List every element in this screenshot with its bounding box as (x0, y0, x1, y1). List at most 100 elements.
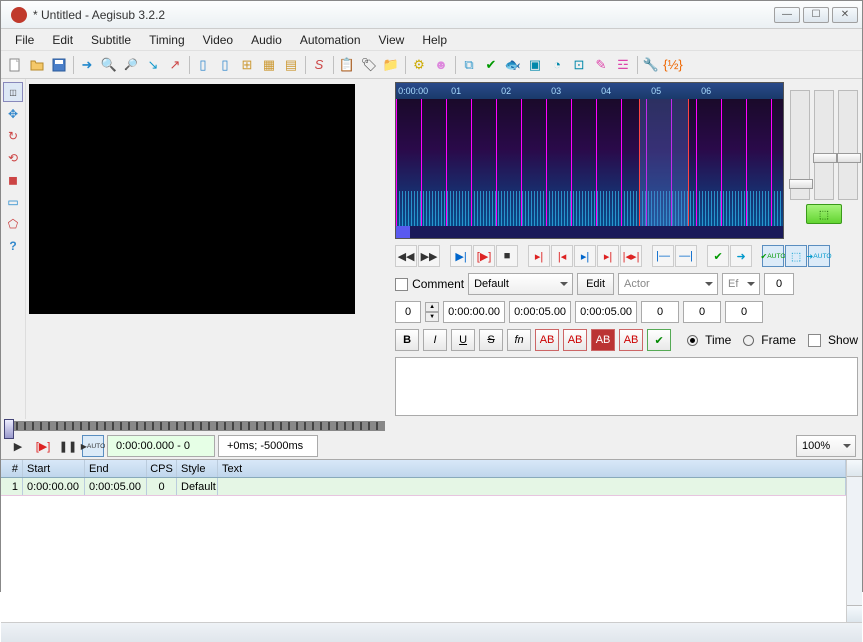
zoom-out-icon[interactable]: 🔎 (120, 54, 142, 76)
scale-icon[interactable]: ◼ (3, 170, 23, 190)
volume-slider[interactable] (838, 90, 858, 200)
bold-button[interactable]: B (395, 329, 419, 351)
rotate-xy-icon[interactable]: ⟲ (3, 148, 23, 168)
font-button[interactable]: fn (507, 329, 531, 351)
select-lines-icon[interactable]: ☲ (612, 54, 634, 76)
effect-dropdown[interactable]: Ef (722, 273, 760, 295)
outline-color-button[interactable]: AB (591, 329, 615, 351)
fonts-collector-icon[interactable]: 📁 (380, 54, 402, 76)
save-file-icon[interactable] (48, 54, 70, 76)
play-after-start-button[interactable]: |◂ (551, 245, 573, 267)
col-num[interactable]: # (1, 460, 23, 477)
play-selection-button[interactable]: ▶| (450, 245, 472, 267)
lead-out-button[interactable]: —| (675, 245, 697, 267)
lead-in-button[interactable]: |— (652, 245, 674, 267)
timing-postproc-icon[interactable]: ◔ (546, 54, 568, 76)
styling-assistant-icon[interactable]: ✎ (590, 54, 612, 76)
grid-header[interactable]: # Start End CPS Style Text (1, 460, 846, 478)
play-to-end-button[interactable]: |◂▸| (620, 245, 642, 267)
commit-text-button[interactable]: ✔ (647, 329, 671, 351)
subtitle-text-input[interactable] (395, 357, 858, 416)
menu-audio[interactable]: Audio (243, 30, 290, 50)
commit-button[interactable]: ✔ (707, 245, 729, 267)
cycle-tag-icon[interactable]: {½} (662, 54, 684, 76)
frame-radio[interactable] (743, 335, 754, 346)
strike-button[interactable]: S (479, 329, 503, 351)
primary-color-button[interactable]: AB (535, 329, 559, 351)
resample-icon[interactable]: ▣ (524, 54, 546, 76)
audio-hscrollbar[interactable] (396, 226, 783, 238)
layer-spinner[interactable]: ▲▼ (425, 302, 439, 322)
zoom-dropdown[interactable]: 100% (796, 435, 856, 457)
italic-button[interactable]: I (423, 329, 447, 351)
underline-button[interactable]: U (451, 329, 475, 351)
secondary-color-button[interactable]: AB (563, 329, 587, 351)
play-after-end-button[interactable]: ▸| (597, 245, 619, 267)
style-dropdown[interactable]: Default (468, 273, 573, 295)
pause-video-button[interactable]: ❚❚ (57, 435, 79, 457)
auto-commit-toggle[interactable]: ✔AUTO (762, 245, 784, 267)
detach-video-icon[interactable]: ▤ (280, 54, 302, 76)
edit-style-button[interactable]: Edit (577, 273, 614, 295)
jump-video-start-icon[interactable]: ↘ (142, 54, 164, 76)
comment-checkbox[interactable] (395, 278, 408, 291)
clip-rect-icon[interactable]: ▭ (3, 192, 23, 212)
prev-line-button[interactable]: ◀◀ (395, 245, 417, 267)
next-line-button[interactable]: ▶▶ (418, 245, 440, 267)
start-time-input[interactable] (443, 301, 505, 323)
menu-edit[interactable]: Edit (44, 30, 81, 50)
clip-visible-icon[interactable]: ▦ (258, 54, 280, 76)
jump-video-end-icon[interactable]: ↗ (164, 54, 186, 76)
play-before-end-button[interactable]: ▸| (574, 245, 596, 267)
menu-automation[interactable]: Automation (292, 30, 369, 50)
help-tool-icon[interactable]: ? (3, 236, 23, 256)
rotate-z-icon[interactable]: ↻ (3, 126, 23, 146)
video-display[interactable] (29, 84, 355, 314)
autoscroll-video-toggle[interactable]: ▶AUTO (82, 435, 104, 457)
properties-icon[interactable]: 📋 (336, 54, 358, 76)
automation-icon[interactable]: ⚙ (408, 54, 430, 76)
goto-button[interactable]: ➜ (730, 245, 752, 267)
actor-dropdown[interactable]: Actor (618, 273, 718, 295)
snap-end-icon[interactable]: ▯ (214, 54, 236, 76)
drag-icon[interactable]: ✥ (3, 104, 23, 124)
menu-subtitle[interactable]: Subtitle (83, 30, 139, 50)
shift-times-icon[interactable]: ⧉ (458, 54, 480, 76)
shadow-color-button[interactable]: AB (619, 329, 643, 351)
new-file-icon[interactable] (4, 54, 26, 76)
open-file-icon[interactable] (26, 54, 48, 76)
stop-button[interactable]: ■ (496, 245, 518, 267)
video-seek-slider[interactable] (7, 421, 385, 431)
margin-v-input[interactable] (725, 301, 763, 323)
menu-file[interactable]: File (7, 30, 42, 50)
play-video-line-button[interactable]: [▶] (32, 435, 54, 457)
snap-start-icon[interactable]: ▯ (192, 54, 214, 76)
menu-help[interactable]: Help (414, 30, 455, 50)
col-style[interactable]: Style (177, 460, 218, 477)
horizontal-zoom-slider[interactable] (790, 90, 810, 200)
show-original-checkbox[interactable] (808, 334, 821, 347)
audio-selection[interactable] (639, 99, 689, 226)
spell-check-icon[interactable]: ✔ (480, 54, 502, 76)
menu-view[interactable]: View (371, 30, 413, 50)
audio-timeline[interactable]: 0:00:00 01 02 03 04 05 06 (396, 83, 783, 99)
link-sliders-button[interactable]: ⬚ (806, 204, 842, 224)
margin-l-input[interactable] (641, 301, 679, 323)
grid-empty-area[interactable] (1, 496, 846, 619)
end-time-input[interactable] (509, 301, 571, 323)
select-visible-icon[interactable]: ⊞ (236, 54, 258, 76)
maximize-button[interactable]: ☐ (803, 7, 829, 23)
play-line-button[interactable]: [▶] (473, 245, 495, 267)
minimize-button[interactable]: — (774, 7, 800, 23)
col-cps[interactable]: CPS (147, 460, 177, 477)
table-row[interactable]: 1 0:00:00.00 0:00:05.00 0 Default (1, 478, 846, 496)
menu-video[interactable]: Video (195, 30, 241, 50)
zoom-in-icon[interactable]: 🔍 (98, 54, 120, 76)
time-radio[interactable] (687, 335, 698, 346)
auto-next-toggle[interactable]: ⬚ (785, 245, 807, 267)
margin-r2-input[interactable] (683, 301, 721, 323)
standard-mode-icon[interactable]: ◫ (3, 82, 23, 102)
clip-vector-icon[interactable]: ⬠ (3, 214, 23, 234)
translation-icon[interactable]: 🐟 (502, 54, 524, 76)
play-before-start-button[interactable]: ▸| (528, 245, 550, 267)
